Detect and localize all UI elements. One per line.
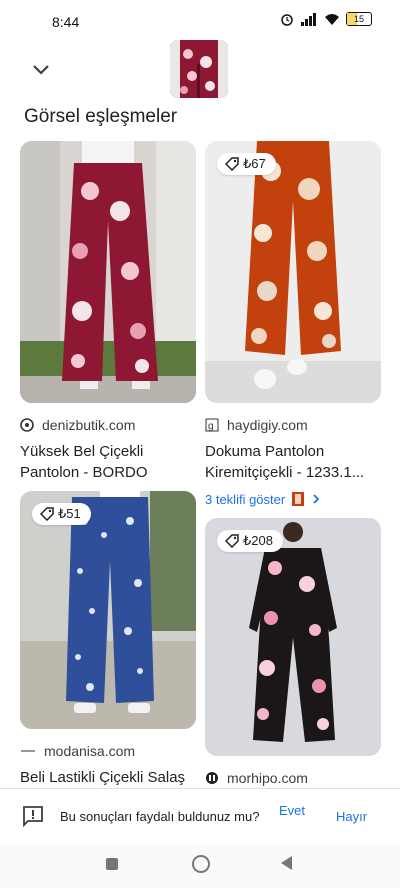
source-domain: morhipo.com (227, 770, 308, 786)
source-domain: haydigiy.com (227, 417, 308, 433)
tag-icon (225, 534, 239, 548)
battery-icon: 15 (346, 12, 372, 26)
feedback-yes-button[interactable]: Evet (278, 803, 306, 819)
source-site[interactable]: morhipo.com (205, 770, 381, 786)
status-bar: 8:44 15 (0, 0, 400, 42)
battery-level: 15 (353, 14, 364, 24)
site-favicon-icon (206, 772, 218, 784)
chevron-right-icon[interactable] (311, 493, 321, 505)
source-site[interactable]: modanisa.com (20, 743, 196, 759)
source-domain: modanisa.com (44, 743, 136, 759)
wifi-icon (325, 14, 339, 25)
feedback-question: Bu sonuçları faydalı buldunuz mu? (60, 809, 260, 824)
tag-icon (40, 507, 54, 521)
alarm-icon (281, 14, 293, 26)
product-title[interactable]: Dokuma Pantolon Kiremitçiçekli - 1233.1.… (205, 441, 381, 483)
feedback-no-button[interactable]: Hayır (336, 809, 367, 824)
chevron-down-icon[interactable] (30, 58, 52, 80)
product-title[interactable]: Yüksek Bel Çiçekli Pantolon - BORDO (20, 441, 196, 483)
price-badge: ₺51 (32, 503, 91, 525)
top-bar (0, 40, 400, 100)
result-card[interactable]: ₺208 morhipo.com (205, 518, 381, 786)
site-favicon-icon: g (205, 418, 219, 432)
status-time: 8:44 (52, 14, 80, 30)
product-image[interactable]: ₺67 (205, 141, 381, 403)
feedback-bar: Bu sonuçları faydalı buldunuz mu? Evet H… (0, 788, 400, 845)
store-logo-icon (292, 492, 305, 506)
recent-apps-button[interactable] (106, 858, 118, 870)
tag-icon (225, 157, 239, 171)
show-offers-link[interactable]: 3 teklifi göster (205, 491, 381, 507)
product-image[interactable]: ₺208 (205, 518, 381, 756)
source-domain: denizbutik.com (42, 417, 136, 433)
product-image[interactable]: ₺51 (20, 491, 196, 729)
site-favicon-icon (21, 750, 35, 752)
site-favicon-icon (20, 418, 34, 432)
result-card[interactable]: ₺67 g haydigiy.com Dokuma Pantolon Kirem… (205, 141, 381, 507)
price-value: ₺67 (243, 156, 266, 171)
system-nav-bar (0, 844, 400, 888)
price-badge: ₺208 (217, 530, 283, 552)
status-icons: 15 (280, 12, 372, 26)
signal-icon (301, 13, 316, 26)
result-card[interactable]: denizbutik.com Yüksek Bel Çiçekli Pantol… (20, 141, 196, 483)
result-card[interactable]: ₺51 modanisa.com Beli Lastikli Çiçekli S… (20, 491, 196, 809)
offers-label: 3 teklifi göster (205, 491, 286, 507)
price-badge: ₺67 (217, 153, 276, 175)
section-title: Görsel eşleşmeler (24, 106, 178, 127)
svg-text:g: g (208, 421, 214, 432)
product-image[interactable] (20, 141, 196, 403)
source-site[interactable]: denizbutik.com (20, 417, 196, 433)
feedback-icon (23, 806, 43, 827)
back-button[interactable] (281, 856, 292, 870)
source-site[interactable]: g haydigiy.com (205, 417, 381, 433)
price-value: ₺208 (243, 533, 273, 548)
price-value: ₺51 (58, 506, 81, 521)
home-button[interactable] (192, 855, 210, 873)
query-image-thumbnail[interactable] (170, 40, 228, 98)
